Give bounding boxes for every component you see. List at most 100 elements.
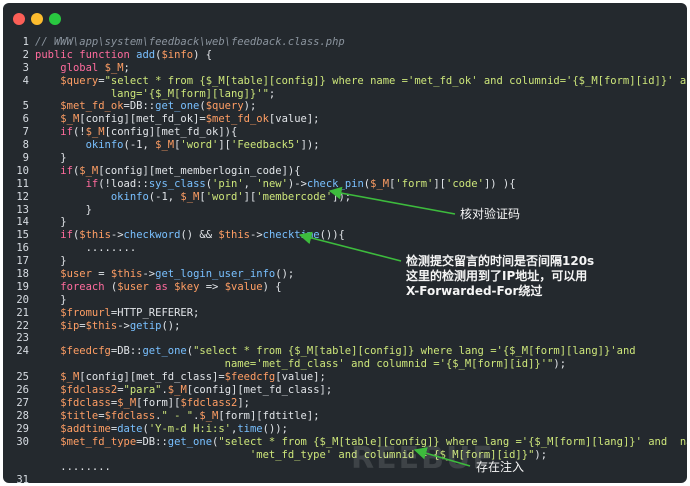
line-number: 26 <box>16 384 29 397</box>
line-number: 20 <box>16 293 29 306</box>
code-token: $met_fd_ok <box>60 100 124 113</box>
code-token: [config][met_fd_ok]= <box>79 113 206 126</box>
code-token: get_one <box>155 100 200 113</box>
code-token: "select * from {$_M[table][config]} wher… <box>193 345 636 358</box>
time-check-annotation-line-1: 检测提交留言的时间是否间隔120s <box>406 254 595 268</box>
code-token: get_login_user_info <box>155 268 276 281</box>
code-token: [value]; <box>268 113 320 126</box>
code-text: $fdclass2="para".$_M[config][met_fd_clas… <box>35 384 332 397</box>
code-token: $fdclass2 <box>60 384 118 397</box>
line-number: 27 <box>16 396 29 409</box>
code-token: -> <box>110 229 124 242</box>
code-token: $_M <box>167 384 187 397</box>
code-token: ][ <box>218 139 232 152</box>
code-token: 'code' <box>446 177 484 190</box>
code-token: ]); <box>332 190 352 203</box>
code-line: name='met_fd_class' and columnid ='{$_M[… <box>3 358 687 371</box>
code-token: $_M <box>104 61 124 74</box>
code-text: $title=$fdclass." - ".$_M[form][fdtitle]… <box>35 409 319 423</box>
code-token: =DB:: <box>110 345 143 358</box>
code-token: =HTTP_REFERER; <box>110 306 200 319</box>
code-line: ........ <box>3 461 687 474</box>
code-token: lang='{$_M[form][lang]}'" <box>35 87 269 100</box>
code-token: $key <box>174 280 200 293</box>
code-token: => <box>199 280 225 293</box>
code-line: 4 $query="select * from {$_M[table][conf… <box>3 75 687 88</box>
line-number: 1 <box>22 36 29 48</box>
code-token: ; <box>268 87 276 100</box>
code-line: 3 global $_M; <box>3 62 687 75</box>
minimize-window-button[interactable] <box>31 13 43 25</box>
code-line: 21 $fromurl=HTTP_REFERER; <box>3 307 687 320</box>
code-token: $fdclass <box>60 396 111 409</box>
code-token: )-> <box>287 177 307 190</box>
code-line: 11 if(!load::sys_class('pin', 'new')->ch… <box>3 178 687 191</box>
code-text: lang='{$_M[form][lang]}'"; <box>35 88 275 101</box>
code-token: check_pin <box>306 177 364 190</box>
code-text: $fromurl=HTTP_REFERER; <box>35 307 199 320</box>
code-token: get_one <box>167 435 213 448</box>
code-text: public function add($info) { <box>35 49 212 62</box>
line-number: 24 <box>16 345 29 358</box>
code-line: 14 } <box>3 216 687 229</box>
code-text: if($this->checkword() && $this->checktim… <box>35 229 345 242</box>
code-text: $user = $this->get_login_user_info(); <box>35 268 294 281</box>
code-token: (!load:: <box>98 177 149 190</box>
line-number: 22 <box>16 319 29 332</box>
code-line: 29 $addtime=date('Y-m-d H:i:s',time()); <box>3 423 687 436</box>
code-line: 7 if(!$_M[config][met_fd_ok]){ <box>3 126 687 139</box>
code-text: ........ <box>35 242 137 255</box>
line-number: 3 <box>22 61 29 74</box>
code-line: 20 } <box>3 294 687 307</box>
code-token: -> <box>117 319 130 332</box>
code-text: if($_M[config][met_memberlogin_code]){ <box>35 165 300 178</box>
code-token: ........ <box>35 461 111 474</box>
code-token: $this <box>85 319 118 332</box>
line-number: 13 <box>16 203 29 216</box>
code-token: $this <box>110 268 143 281</box>
code-token: $_M <box>117 396 137 409</box>
code-token: foreach <box>60 280 111 293</box>
code-token: get_one <box>142 345 187 358</box>
close-window-button[interactable] <box>13 13 25 25</box>
code-token: ][ <box>433 177 447 190</box>
maximize-window-button[interactable] <box>49 13 61 25</box>
code-line: 27 $fdclass=$_M[form][$fdclass2]; <box>3 397 687 410</box>
code-token: okinfo <box>110 190 149 203</box>
code-line: lang='{$_M[form][lang]}'"; <box>3 88 687 101</box>
code-line: 6 $_M[config][met_fd_ok]=$met_fd_ok[valu… <box>3 113 687 126</box>
line-number: 4 <box>22 74 29 87</box>
code-line: 12 okinfo(-1, $_M['word']['membercode'])… <box>3 191 687 204</box>
code-line: 26 $fdclass2="para".$_M[config][met_fd_c… <box>3 384 687 397</box>
code-token: ) { <box>193 48 213 61</box>
code-line: 25 $_M[config][met_fd_class]=$feedcfg[va… <box>3 371 687 384</box>
code-token: $value <box>224 280 263 293</box>
code-text: okinfo(-1, $_M['word']['membercode']); <box>35 191 351 204</box>
code-token: ]) ){ <box>483 177 516 190</box>
code-token: } <box>35 152 67 165</box>
code-token: $fdclass <box>104 409 156 422</box>
code-token: if <box>60 126 73 139</box>
code-line: 30 $met_fd_type=DB::get_one("select * fr… <box>3 436 687 449</box>
code-token: $title <box>60 409 99 422</box>
code-token: $met_fd_type <box>60 435 137 448</box>
code-token: $query <box>205 100 244 113</box>
code-token: $info <box>161 48 194 61</box>
code-text: // WWW\app\system\feedback\web\feedback.… <box>35 36 345 49</box>
line-number: 16 <box>16 242 29 255</box>
code-token: ); <box>553 358 567 371</box>
code-line: 2 public function add($info) { <box>3 49 687 62</box>
code-token: getip <box>129 319 162 332</box>
code-text: } <box>35 294 66 307</box>
code-text: $met_fd_ok=DB::get_one($query); <box>35 100 256 113</box>
line-number: 12 <box>16 190 29 203</box>
line-number: 14 <box>16 216 29 229</box>
